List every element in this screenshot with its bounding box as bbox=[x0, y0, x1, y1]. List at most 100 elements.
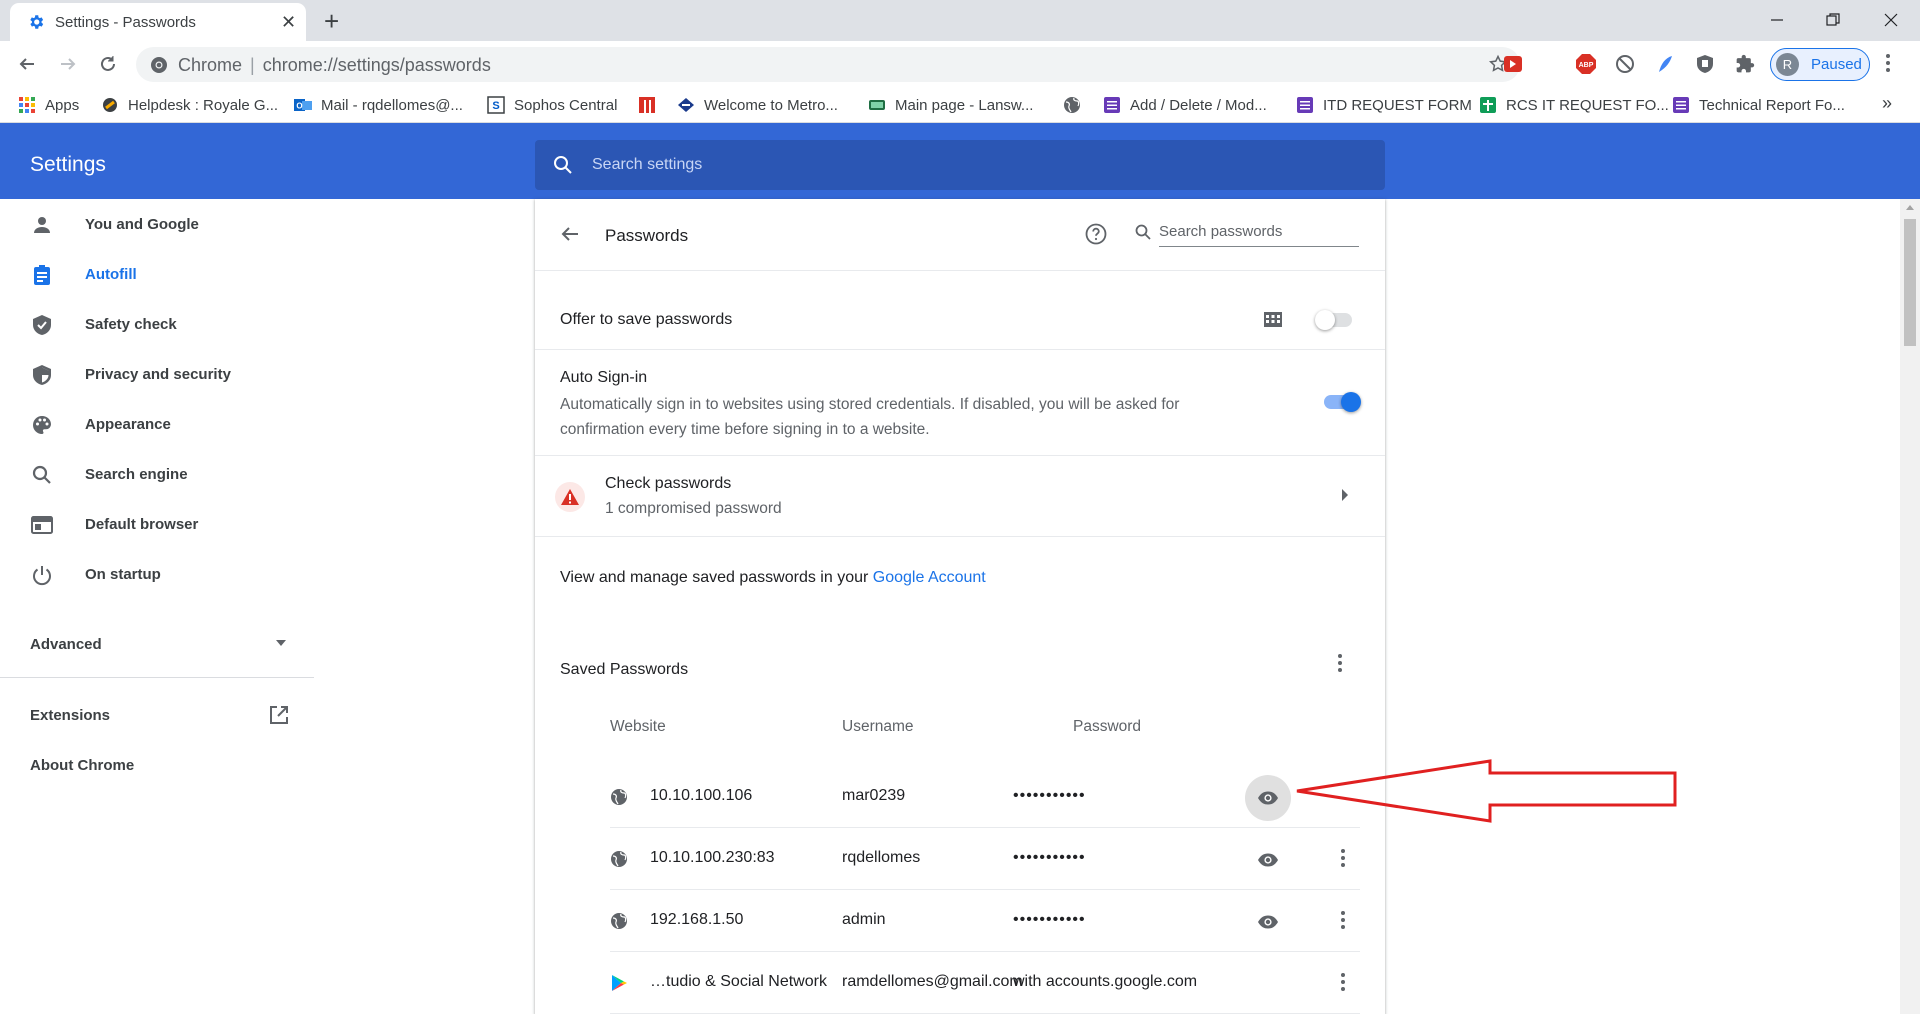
restore-button[interactable] bbox=[1818, 6, 1848, 34]
sidebar-about-chrome[interactable]: About Chrome bbox=[30, 757, 134, 774]
caret-down-icon[interactable] bbox=[276, 640, 286, 646]
lansweeper-icon bbox=[869, 100, 885, 110]
help-icon[interactable] bbox=[1084, 222, 1108, 246]
forward-button[interactable] bbox=[53, 49, 83, 79]
sheets-icon bbox=[1480, 97, 1496, 113]
more-vert-icon[interactable] bbox=[1337, 653, 1343, 673]
bookmark-helpdesk[interactable]: Helpdesk : Royale G... bbox=[101, 95, 278, 115]
google-account-link[interactable]: Google Account bbox=[873, 569, 986, 586]
sidebar-item-on-startup[interactable]: On startup bbox=[0, 549, 316, 599]
back-arrow-icon[interactable] bbox=[560, 224, 580, 244]
bookmark-globe[interactable] bbox=[1063, 95, 1090, 115]
globe-icon bbox=[611, 851, 627, 867]
sophos-icon: S bbox=[487, 96, 505, 114]
search-icon bbox=[554, 156, 572, 174]
offer-save-label: Offer to save passwords bbox=[560, 311, 733, 328]
sidebar-item-autofill[interactable]: Autofill bbox=[0, 249, 316, 299]
profile-button[interactable]: R Paused bbox=[1770, 48, 1870, 81]
divider bbox=[535, 270, 1385, 271]
adblock-plus-icon[interactable]: ABP bbox=[1575, 53, 1597, 75]
power-icon bbox=[33, 566, 51, 586]
toggle-knob bbox=[1315, 310, 1335, 330]
bookmark-mail[interactable]: O Mail - rqdellomes@... bbox=[294, 95, 463, 115]
page-title: Settings bbox=[30, 153, 106, 176]
chevron-right-icon[interactable] bbox=[1341, 489, 1349, 501]
tab-settings-passwords[interactable]: Settings - Passwords ✕ bbox=[10, 3, 306, 41]
sidebar-item-default-browser[interactable]: Default browser bbox=[0, 499, 316, 549]
auto-signin-toggle[interactable] bbox=[1321, 392, 1361, 412]
sidebar-item-label: Search engine bbox=[85, 466, 188, 483]
open-in-new-icon[interactable] bbox=[268, 704, 290, 726]
bookmark-label: Main page - Lansw... bbox=[895, 96, 1034, 114]
table-row: 10.10.100.106 mar0239 ••••••••••• bbox=[610, 766, 1360, 828]
close-tab-icon[interactable]: ✕ bbox=[281, 13, 296, 31]
minimize-button[interactable] bbox=[1762, 6, 1792, 34]
more-vert-icon[interactable] bbox=[1340, 848, 1346, 868]
sidebar-item-safety-check[interactable]: Safety check bbox=[0, 299, 316, 349]
search-passwords-input[interactable] bbox=[1159, 217, 1359, 247]
page-scrollbar[interactable] bbox=[1900, 199, 1920, 1014]
bookmark-rcs-request[interactable]: RCS IT REQUEST FO... bbox=[1479, 95, 1669, 115]
sidebar-advanced[interactable]: Advanced bbox=[30, 636, 102, 653]
back-button[interactable] bbox=[12, 49, 42, 79]
new-tab-button[interactable]: + bbox=[324, 8, 339, 34]
metro-icon bbox=[678, 98, 694, 112]
show-password-button[interactable] bbox=[1245, 775, 1291, 821]
eye-icon bbox=[1258, 915, 1278, 929]
address-bar[interactable]: Chrome | chrome://settings/passwords bbox=[136, 47, 1520, 82]
bookmark-apps[interactable]: Apps bbox=[18, 95, 79, 115]
show-password-button[interactable] bbox=[1250, 904, 1286, 940]
settings-search-input[interactable] bbox=[592, 140, 1352, 190]
scroll-thumb[interactable] bbox=[1904, 219, 1916, 346]
close-icon bbox=[1884, 13, 1898, 27]
search-icon bbox=[1135, 224, 1151, 240]
bookmark-label: Sophos Central bbox=[514, 96, 618, 114]
sidebar-item-you-and-google[interactable]: You and Google bbox=[0, 199, 316, 249]
sidebar-item-privacy[interactable]: Privacy and security bbox=[0, 349, 316, 399]
password-site: 10.10.100.106 bbox=[650, 787, 753, 804]
password-value: ••••••••••• bbox=[1013, 787, 1086, 804]
puzzle-extensions-icon[interactable] bbox=[1734, 53, 1756, 75]
apps-grid-icon bbox=[19, 97, 35, 113]
feather-extension-icon[interactable] bbox=[1654, 53, 1676, 75]
sidebar-item-label: Default browser bbox=[85, 516, 199, 533]
scroll-up-icon[interactable] bbox=[1906, 205, 1914, 210]
toggle-knob bbox=[1341, 392, 1361, 412]
clipboard-icon bbox=[34, 265, 50, 285]
block-icon[interactable] bbox=[1614, 53, 1636, 75]
shield-extension-icon[interactable] bbox=[1694, 53, 1716, 75]
check-passwords-title[interactable]: Check passwords bbox=[605, 475, 731, 493]
outlook-icon: O bbox=[294, 99, 312, 111]
password-username: ramdellomes@gmail.com bbox=[842, 973, 1023, 990]
settings-search[interactable] bbox=[535, 140, 1385, 190]
globe-icon bbox=[1064, 97, 1080, 113]
bookmark-red[interactable] bbox=[638, 95, 665, 115]
reload-button[interactable] bbox=[93, 49, 123, 79]
bookmark-lansweeper[interactable]: Main page - Lansw... bbox=[868, 95, 1033, 115]
sidebar-extensions[interactable]: Extensions bbox=[30, 707, 110, 724]
play-store-icon bbox=[612, 975, 627, 991]
bookmark-metro[interactable]: Welcome to Metro... bbox=[677, 95, 838, 115]
svg-text:S: S bbox=[492, 100, 499, 112]
offer-save-toggle[interactable] bbox=[1315, 310, 1355, 330]
more-vert-icon[interactable] bbox=[1885, 53, 1891, 73]
more-vert-icon[interactable] bbox=[1340, 972, 1346, 992]
extension-red-icon[interactable] bbox=[1502, 53, 1524, 75]
bookmark-label: Technical Report Fo... bbox=[1699, 96, 1845, 114]
page-title: Passwords bbox=[605, 226, 689, 245]
bookmark-sophos[interactable]: S Sophos Central bbox=[487, 95, 617, 115]
divider bbox=[535, 455, 1385, 456]
bookmark-label: Apps bbox=[45, 96, 80, 114]
bookmark-label: RCS IT REQUEST FO... bbox=[1506, 96, 1669, 114]
bookmarks-overflow-icon[interactable]: » bbox=[1882, 93, 1892, 114]
show-password-button[interactable] bbox=[1250, 842, 1286, 878]
bookmark-itd-request[interactable]: ITD REQUEST FORM bbox=[1296, 95, 1472, 115]
close-window-button[interactable] bbox=[1876, 6, 1906, 34]
more-vert-icon[interactable] bbox=[1340, 910, 1346, 930]
sidebar-item-appearance[interactable]: Appearance bbox=[0, 399, 316, 449]
bookmark-add-delete[interactable]: Add / Delete / Mod... bbox=[1103, 95, 1267, 115]
sidebar-item-search-engine[interactable]: Search engine bbox=[0, 449, 316, 499]
url-text: chrome://settings/passwords bbox=[262, 55, 491, 75]
helpdesk-icon bbox=[103, 98, 117, 112]
bookmark-technical-report[interactable]: Technical Report Fo... bbox=[1672, 95, 1845, 115]
